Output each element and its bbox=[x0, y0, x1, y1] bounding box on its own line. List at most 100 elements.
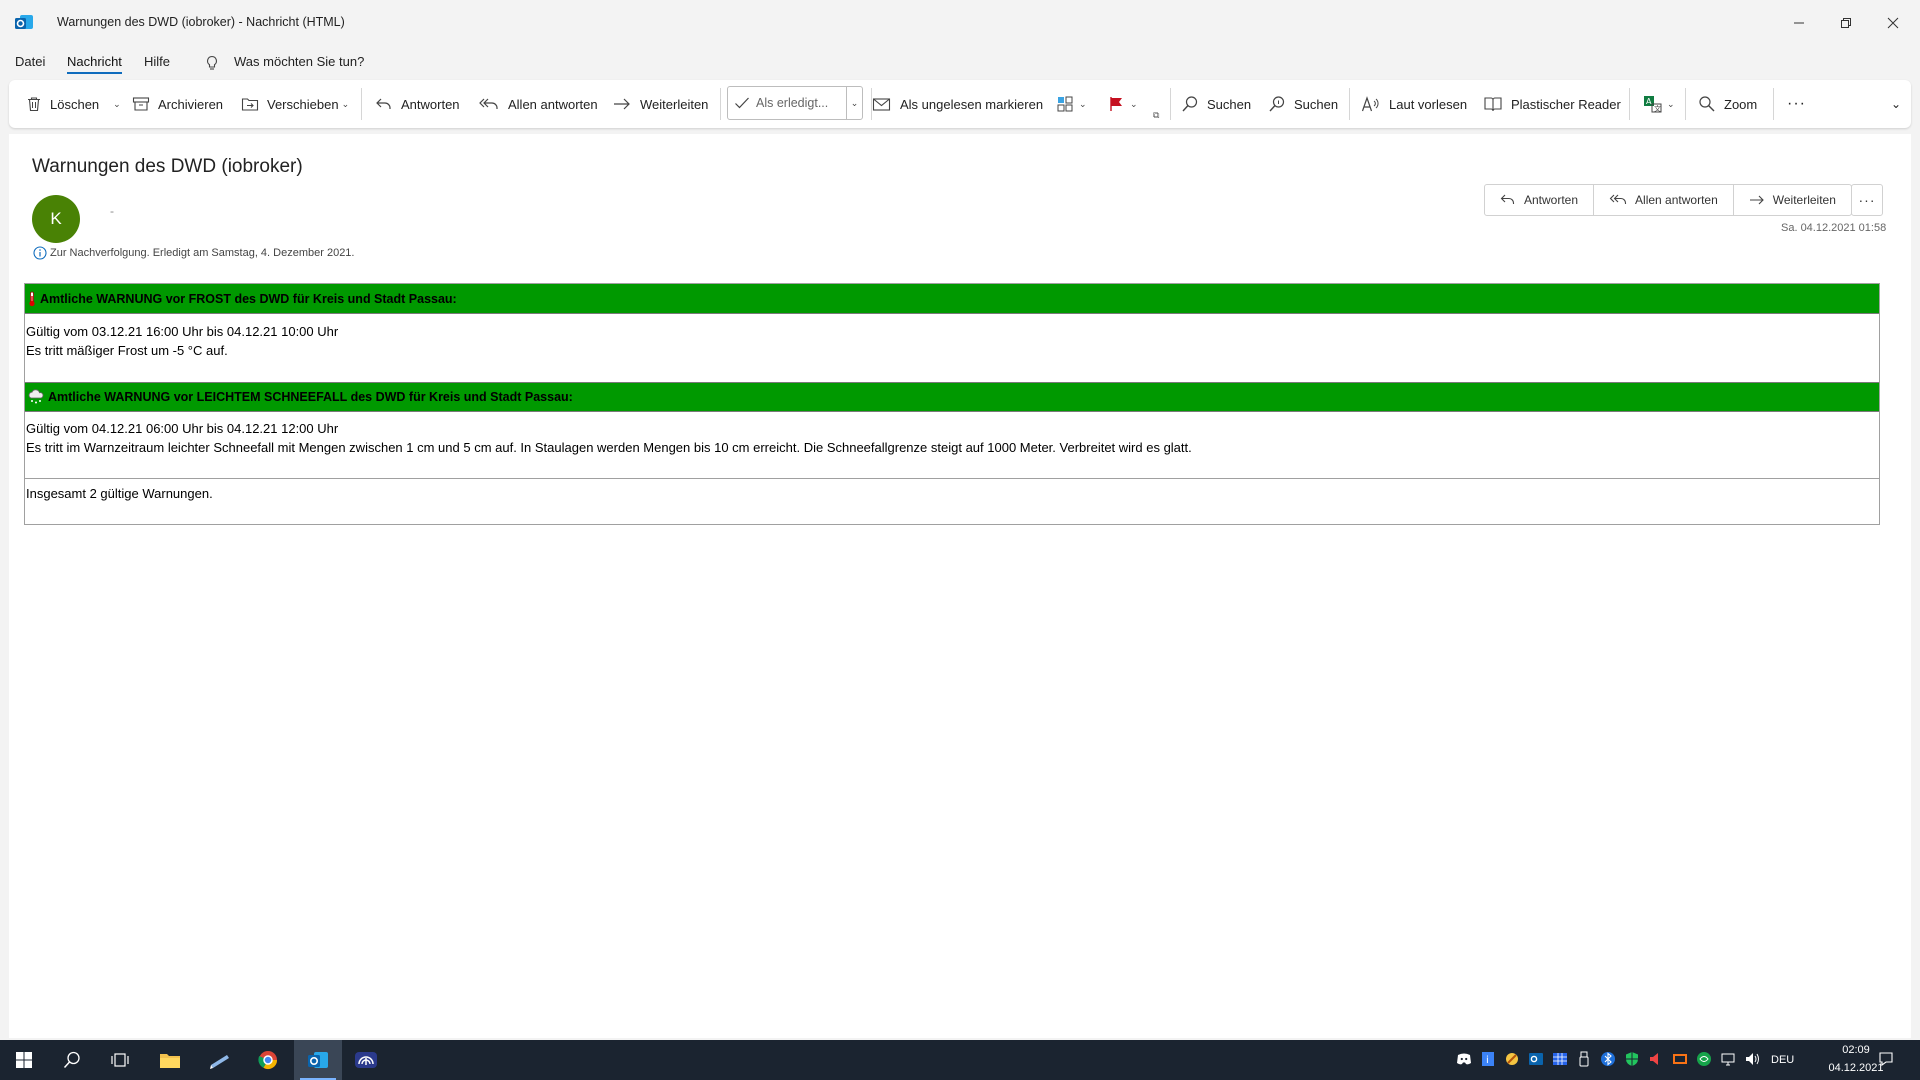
avatar[interactable]: K bbox=[32, 195, 80, 243]
chevron-down-icon: ⌄ bbox=[1667, 98, 1675, 109]
warning-text: Es tritt mäßiger Frost um -5 °C auf. bbox=[26, 343, 228, 358]
speaker-red-icon[interactable] bbox=[1648, 1051, 1664, 1067]
menu-datei[interactable]: Datei bbox=[15, 54, 45, 69]
tell-me-search[interactable]: Was möchten Sie tun? bbox=[234, 54, 364, 69]
taskbar-app-pen[interactable] bbox=[196, 1040, 244, 1080]
taskbar-outlook[interactable] bbox=[294, 1040, 342, 1080]
input-language[interactable]: DEU bbox=[1771, 1054, 1794, 1066]
ribbon-separator bbox=[720, 88, 721, 120]
read-aloud-icon bbox=[1361, 96, 1379, 112]
reply-all-button[interactable]: Allen antworten bbox=[1594, 185, 1734, 215]
outlook-app-icon bbox=[308, 1052, 328, 1068]
search-people-button[interactable]: Suchen bbox=[1268, 80, 1338, 128]
restore-icon bbox=[1841, 18, 1851, 28]
forward-arrow-icon bbox=[614, 98, 630, 110]
ribbon-separator bbox=[1685, 88, 1686, 120]
info-app-icon[interactable]: i bbox=[1480, 1051, 1496, 1067]
notification-icon[interactable] bbox=[1878, 1051, 1894, 1067]
thermometer-icon bbox=[29, 291, 35, 306]
outlook-app-icon[interactable] bbox=[14, 13, 34, 33]
more-actions-button[interactable]: ··· bbox=[1851, 184, 1883, 216]
forward-label: Weiterleiten bbox=[640, 96, 709, 112]
menu-nachricht[interactable]: Nachricht bbox=[67, 54, 122, 74]
immersive-reader-label: Plastischer Reader bbox=[1511, 96, 1621, 112]
folder-move-icon bbox=[241, 98, 259, 111]
warning-validity: Gültig vom 04.12.21 06:00 Uhr bis 04.12.… bbox=[26, 421, 339, 436]
close-window-button[interactable] bbox=[1870, 0, 1916, 46]
ribbon-separator bbox=[1629, 88, 1630, 120]
read-aloud-button[interactable]: Laut vorlesen bbox=[1361, 80, 1467, 128]
forward-button[interactable]: Weiterleiten bbox=[1734, 185, 1851, 215]
restore-button[interactable] bbox=[1823, 0, 1869, 46]
translate-button[interactable]: A文 ⌄ bbox=[1643, 80, 1675, 128]
reply-icon bbox=[376, 98, 391, 109]
tool-app-icon[interactable] bbox=[1504, 1051, 1520, 1067]
tablet-pen-icon bbox=[210, 1055, 229, 1069]
battery-icon[interactable] bbox=[1672, 1051, 1688, 1067]
reply-all-icon bbox=[1609, 194, 1627, 204]
search-icon bbox=[1182, 96, 1198, 112]
outlook-tray-icon[interactable] bbox=[1528, 1051, 1544, 1067]
more-commands-button[interactable]: ··· bbox=[1787, 80, 1806, 128]
archive-icon bbox=[132, 97, 150, 111]
reply-label: Antworten bbox=[1524, 193, 1579, 207]
delete-button[interactable]: Löschen ⌄ bbox=[26, 80, 121, 128]
discord-icon[interactable] bbox=[1456, 1051, 1472, 1067]
menu-hilfe[interactable]: Hilfe bbox=[144, 54, 170, 69]
title-bar: Warnungen des DWD (iobroker) - Nachricht… bbox=[0, 0, 1920, 46]
grid-app-icon[interactable] bbox=[1552, 1051, 1568, 1067]
divider bbox=[25, 478, 1879, 479]
usb-icon[interactable] bbox=[1576, 1051, 1592, 1067]
archive-label: Archivieren bbox=[158, 96, 224, 112]
chevron-down-icon: ⌄ bbox=[1079, 98, 1087, 109]
move-button[interactable]: Verschieben ⌄ bbox=[241, 80, 349, 128]
mark-unread-button[interactable]: Als ungelesen markieren bbox=[872, 80, 1043, 128]
search-button[interactable]: Suchen bbox=[1181, 80, 1251, 128]
reply-button[interactable]: Antworten bbox=[375, 80, 460, 128]
task-view-button[interactable] bbox=[96, 1040, 144, 1080]
taskbar-search-button[interactable] bbox=[48, 1040, 96, 1080]
window-title: Warnungen des DWD (iobroker) - Nachricht… bbox=[57, 15, 345, 29]
reply-all-button[interactable]: Allen antworten bbox=[478, 80, 598, 128]
zoom-button[interactable]: Zoom bbox=[1698, 80, 1757, 128]
network-icon[interactable] bbox=[1720, 1051, 1736, 1067]
mark-done-dropdown[interactable]: ⌄ bbox=[846, 87, 862, 119]
warning-header-snow: Amtliche WARNUNG vor LEICHTEM SCHNEEFALL… bbox=[25, 382, 1879, 412]
ribbon-separator bbox=[1773, 88, 1774, 120]
chevron-down-icon: ⌄ bbox=[1130, 98, 1138, 109]
ribbon-separator bbox=[361, 88, 362, 120]
network-green-icon[interactable] bbox=[1696, 1051, 1712, 1067]
chevron-down-icon[interactable]: ⌄ bbox=[113, 99, 121, 110]
bluetooth-icon[interactable] bbox=[1600, 1051, 1616, 1067]
search-people-label: Suchen bbox=[1294, 96, 1339, 112]
categorize-button[interactable]: ⌄ bbox=[1057, 80, 1087, 128]
sender-name[interactable]: - bbox=[110, 204, 114, 218]
mark-done-button[interactable]: Als erledigt... ⌄ bbox=[727, 86, 863, 120]
minimize-button[interactable] bbox=[1776, 0, 1822, 46]
reply-all-label: Allen antworten bbox=[1635, 193, 1718, 207]
forward-arrow-icon bbox=[1749, 195, 1764, 205]
warnings-summary: Insgesamt 2 gültige Warnungen. bbox=[26, 486, 213, 501]
taskbar-chrome[interactable] bbox=[244, 1040, 292, 1080]
reply-all-label: Allen antworten bbox=[508, 96, 598, 112]
ribbon-toolbar: Löschen ⌄ Archivieren Verschieben ⌄ Antw… bbox=[9, 80, 1911, 128]
forward-button[interactable]: Weiterleiten bbox=[612, 80, 708, 128]
shield-icon[interactable] bbox=[1624, 1051, 1640, 1067]
taskbar-app-wifi[interactable] bbox=[342, 1040, 390, 1080]
archive-button[interactable]: Archivieren bbox=[132, 80, 223, 128]
reply-button[interactable]: Antworten bbox=[1485, 185, 1595, 215]
move-label: Verschieben bbox=[267, 96, 339, 112]
flag-icon bbox=[1110, 97, 1122, 111]
message-subject: Warnungen des DWD (iobroker) bbox=[32, 156, 303, 177]
immersive-reader-button[interactable]: Plastischer Reader bbox=[1483, 80, 1621, 128]
ribbon-separator bbox=[1349, 88, 1350, 120]
start-button[interactable] bbox=[0, 1040, 48, 1080]
ribbon-collapse-button[interactable]: ⌄ bbox=[1891, 80, 1901, 128]
svg-text:i: i bbox=[1486, 1055, 1489, 1066]
chevron-down-icon: ⌄ bbox=[1891, 97, 1902, 111]
volume-icon[interactable] bbox=[1744, 1051, 1760, 1067]
close-icon bbox=[1887, 17, 1899, 29]
taskbar-file-explorer[interactable] bbox=[146, 1040, 194, 1080]
group-expand-icon[interactable]: ⧉ bbox=[1153, 110, 1159, 121]
follow-up-flag-button[interactable]: ⌄ bbox=[1108, 80, 1138, 128]
